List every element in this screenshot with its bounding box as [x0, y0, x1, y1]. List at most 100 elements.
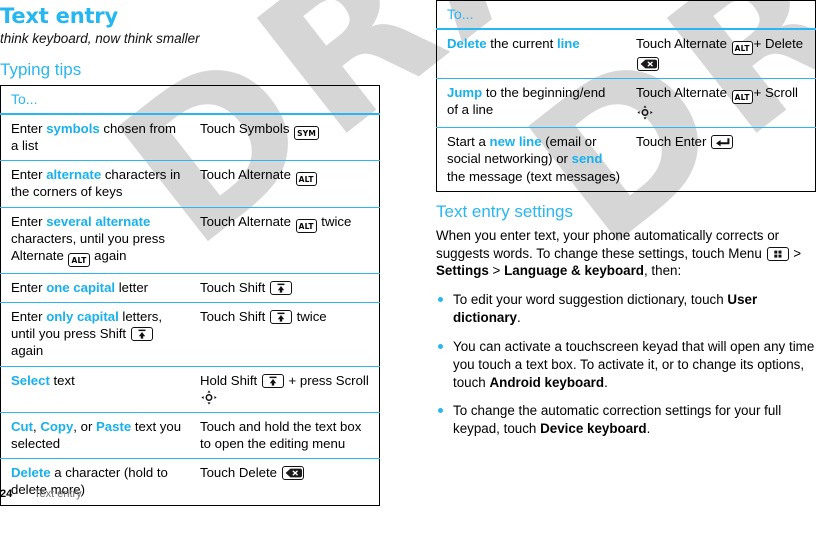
task-text-post: letter — [115, 279, 149, 295]
action-text-pre: Touch Symbols — [200, 121, 294, 136]
manual-page: Text entry think keyboard, now think sma… — [0, 0, 816, 558]
task-cell: Enter only capital letters, until you pr… — [0, 302, 190, 367]
task-text-pre: Enter — [11, 121, 47, 136]
task-keyword: one capital — [46, 279, 116, 295]
table-header-row: To... — [436, 0, 816, 30]
column-header-to: To... — [0, 85, 380, 115]
task-cell: Enter several alternate characters, unti… — [0, 206, 190, 274]
task-text-pre: Start a — [447, 134, 490, 150]
task-keyword: Jump — [447, 85, 483, 101]
action-cell: Touch Alternate ALT twice — [190, 206, 380, 274]
task-keyword-2: send — [571, 151, 603, 167]
task-keyword: Delete — [447, 36, 487, 51]
sym-key-icon: SYM — [294, 126, 319, 140]
section-heading-text-entry-settings: Text entry settings — [436, 201, 574, 221]
alt-key-icon: ALT — [731, 41, 753, 55]
scroll-nav-icon — [201, 390, 217, 405]
action-cell: Touch and hold the text box to open the … — [190, 411, 380, 459]
settings-path-1: Settings — [436, 263, 489, 279]
typing-tips-table-continued: To... Delete the current line Touch Alte… — [436, 0, 816, 192]
list-item: To edit your word suggestion dictionary,… — [436, 291, 816, 327]
section-heading-typing-tips: Typing tips — [0, 60, 82, 79]
action-cell: Touch Symbols SYM — [190, 113, 380, 161]
action-text-pre: Touch Alternate — [636, 85, 731, 101]
shift-key-icon — [130, 327, 153, 342]
footer-section-name: Text entry — [34, 487, 82, 500]
table-header-row: To... — [0, 85, 380, 115]
action-text-pre: Touch and hold the text box to open the … — [200, 418, 362, 452]
action-text-pre: Touch Alternate — [636, 36, 731, 51]
task-text-pre: Enter — [11, 213, 47, 229]
task-keyword: new line — [489, 134, 542, 150]
intro-text-3: > — [488, 263, 505, 279]
action-text-post: twice — [317, 213, 352, 229]
task-keyword: Cut — [11, 418, 33, 434]
action-text-pre: Touch Shift — [200, 309, 269, 325]
shift-key-icon — [269, 310, 292, 325]
left-column: Text entry think keyboard, now think sma… — [0, 0, 380, 506]
right-column: To... Delete the current line Touch Alte… — [436, 0, 816, 449]
action-cell: Touch Shift — [190, 272, 380, 303]
task-keyword: only capital — [46, 309, 119, 325]
table-row: Enter symbols chosen from a list Touch S… — [0, 113, 380, 161]
bullet-text-post: . — [646, 421, 651, 437]
bullet-bold-term: Device keyboard — [540, 421, 647, 437]
column-header-to: To... — [436, 0, 816, 30]
table-row: Jump to the beginning/end of a line Touc… — [436, 78, 816, 128]
action-cell: Touch Alternate ALT + Delete — [626, 28, 816, 79]
table-row: Select text Hold Shift + press Scroll — [0, 365, 380, 413]
table-row: Enter one capital letter Touch Shift — [0, 272, 380, 303]
task-text-pre: Enter — [11, 167, 47, 183]
settings-bullet-list: To edit your word suggestion dictionary,… — [436, 291, 816, 438]
task-cell: Enter symbols chosen from a list — [0, 113, 190, 161]
menu-key-icon — [766, 246, 789, 261]
table-row: Delete the current line Touch Alternate … — [436, 28, 816, 79]
action-text-post: twice — [292, 309, 327, 325]
action-text-pre: Touch Enter — [636, 134, 711, 150]
footer-page-number: 24 — [0, 487, 13, 500]
task-cell: Cut, Copy, or Paste text you selected — [0, 411, 190, 459]
action-text-post: + Delete — [753, 36, 804, 51]
alt-key-icon: ALT — [295, 218, 317, 233]
action-text-pre: Touch Delete — [200, 465, 281, 481]
task-keyword: several alternate — [46, 213, 151, 229]
task-text-pre: Enter — [11, 309, 47, 325]
table-row: Enter alternate characters in the corner… — [0, 160, 380, 208]
bullet-bold-term: Android keyboard — [489, 374, 605, 390]
bullet-text-post: . — [517, 310, 521, 326]
action-text-pre: Touch Alternate — [200, 167, 295, 183]
settings-path-2: Language & keyboard — [504, 263, 644, 279]
alt-key-icon: ALT — [295, 172, 317, 187]
table-row: Start a new line (email or social networ… — [436, 127, 816, 192]
task-keyword: Delete — [11, 465, 51, 481]
task-keyword: symbols — [46, 121, 100, 136]
task-text-pre: Enter — [11, 279, 47, 295]
intro-text-4: , then: — [643, 263, 682, 279]
task-cell: Enter one capital letter — [0, 272, 190, 303]
settings-intro-paragraph: When you enter text, your phone automati… — [436, 227, 816, 280]
task-cell: Select text — [0, 365, 190, 413]
delete-key-icon — [281, 466, 304, 481]
list-item: You can activate a touchscreen keyad tha… — [436, 338, 816, 391]
task-cell: Jump to the beginning/end of a line — [436, 78, 626, 128]
task-text-post: the current — [486, 36, 557, 51]
action-cell: Touch Alternate ALT — [190, 160, 380, 208]
task-keyword: alternate — [46, 167, 102, 183]
alt-key-icon: ALT — [731, 90, 753, 105]
table-row: Enter several alternate characters, unti… — [0, 206, 380, 274]
shift-key-icon — [261, 373, 284, 388]
task-cell: Delete the current line — [436, 28, 626, 79]
task-keyword-2: Copy — [40, 418, 74, 434]
task-text-tail: the message (text messages) — [447, 168, 620, 184]
bullet-text-pre: To edit your word suggestion dictionary,… — [453, 292, 728, 308]
action-cell: Touch Shift twice — [190, 302, 380, 367]
list-item: To change the automatic correction setti… — [436, 402, 816, 438]
scroll-nav-icon — [637, 105, 653, 120]
page-footer: 24 Text entry — [0, 488, 380, 500]
intro-text-2: > — [789, 245, 802, 261]
task-keyword-3: Paste — [96, 418, 132, 434]
page-subtitle: think keyboard, now think smaller — [0, 31, 200, 46]
action-text-post: + press Scroll — [284, 372, 369, 388]
task-cell: Start a new line (email or social networ… — [436, 127, 626, 192]
shift-key-icon — [269, 280, 292, 295]
